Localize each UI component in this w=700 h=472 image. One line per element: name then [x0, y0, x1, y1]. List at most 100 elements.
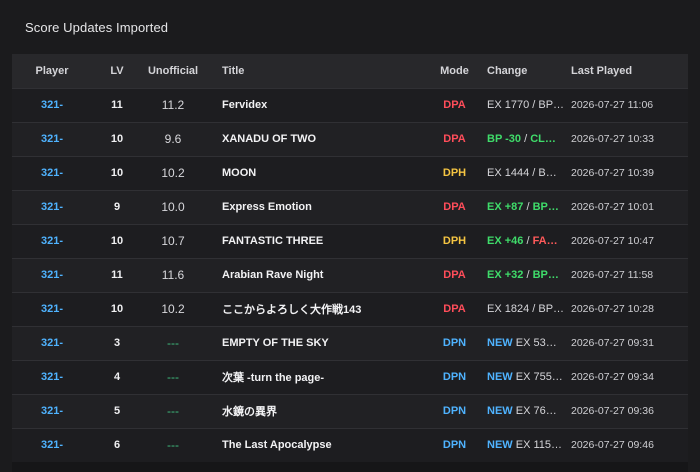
unofficial-level-cell: 11.2	[161, 98, 185, 112]
player-link[interactable]: 321-	[12, 326, 92, 360]
change-segment: FA…	[532, 235, 558, 247]
level-cell: 11	[111, 99, 123, 111]
mode-badge: DPH	[442, 167, 467, 179]
player-link[interactable]: 321-	[12, 360, 92, 394]
change-cell: EX +32 / BP…	[477, 258, 571, 292]
change-segment: EX 115…	[512, 439, 562, 452]
last-played-cell: 2026-07-27 10:39	[571, 167, 654, 179]
change-segment: EX 76…	[512, 405, 557, 417]
player-link[interactable]: 321-	[12, 88, 92, 122]
level-cell: 9	[113, 201, 121, 213]
table-row[interactable]: 321- 11 11.2 Fervidex DPA EX 1770 / BP… 2026-0…	[12, 88, 688, 122]
column-header-title[interactable]: Title	[204, 54, 432, 88]
mode-badge: DPA	[443, 99, 466, 111]
table-row[interactable]: 321- 10 9.6 XANADU OF TWO DPA BP -30 / CL… 202…	[12, 122, 688, 156]
change-segment: /	[523, 269, 533, 281]
level-cell: 6	[113, 439, 121, 452]
player-link[interactable]: 321-	[12, 258, 92, 292]
column-header-change[interactable]: Change	[477, 54, 571, 88]
table-row[interactable]: 321- 3 --- EMPTY OF THE SKY DPN NEW EX 53… 202…	[12, 326, 688, 360]
song-title-link[interactable]: Arabian Rave Night	[204, 258, 432, 292]
change-cell: NEW EX 76…	[477, 394, 571, 428]
last-played-cell: 2026-07-27 09:36	[571, 405, 654, 417]
player-link[interactable]: 321-	[12, 224, 92, 258]
table-row[interactable]: 321- 9 10.0 Express Emotion DPA EX +87 / BP… 2…	[12, 190, 688, 224]
table-body: 321- 11 11.2 Fervidex DPA EX 1770 / BP… 2026-0…	[12, 88, 688, 462]
song-title-link[interactable]: 水鏡の異界	[204, 394, 432, 428]
unofficial-level-cell: 10.0	[161, 200, 185, 214]
column-header-player[interactable]: Player	[12, 54, 92, 88]
change-segment: EX 1444 / B…	[487, 167, 557, 179]
mode-badge: DPN	[442, 405, 467, 417]
mode-badge: DPA	[443, 133, 466, 145]
change-cell: EX +46 / FA…	[477, 224, 571, 258]
player-link[interactable]: 321-	[12, 190, 92, 224]
player-link[interactable]: 321-	[12, 122, 92, 156]
change-segment: NEW	[487, 405, 513, 417]
change-segment: EX 1770 / BP…	[487, 99, 565, 111]
change-segment: /	[523, 235, 533, 247]
song-title-link[interactable]: MOON	[204, 156, 432, 190]
last-played-cell: 2026-07-27 10:47	[571, 235, 654, 247]
change-cell: NEW EX 755…	[477, 360, 571, 394]
table-row[interactable]: 321- 10 10.2 MOON DPH EX 1444 / B… 2026-07-27 …	[12, 156, 688, 190]
mode-badge: DPN	[442, 439, 467, 452]
column-header-lv[interactable]: LV	[92, 54, 142, 88]
change-cell: EX 1824 / BP…	[477, 292, 571, 326]
unofficial-level-cell: ---	[167, 404, 179, 418]
change-segment: EX +32	[487, 269, 524, 281]
last-played-cell: 2026-07-27 09:34	[571, 371, 654, 383]
unofficial-level-cell: ---	[167, 370, 179, 384]
column-header-mode[interactable]: Mode	[432, 54, 477, 88]
player-link[interactable]: 321-	[12, 394, 92, 428]
unofficial-level-cell: 10.7	[161, 234, 185, 248]
song-title-link[interactable]: ここからよろしく大作戦143	[204, 292, 432, 326]
level-cell: 11	[111, 269, 123, 281]
mode-badge: DPH	[442, 235, 467, 247]
change-segment: BP -30	[487, 133, 522, 145]
mode-badge: DPA	[443, 303, 466, 315]
table-row[interactable]: 321- 10 10.2 ここからよろしく大作戦143 DPA EX 1824 / BP……	[12, 292, 688, 326]
player-link[interactable]: 321-	[12, 428, 92, 462]
last-played-cell: 2026-07-27 10:28	[571, 303, 654, 315]
table-row[interactable]: 321- 5 --- 水鏡の異界 DPN NEW EX 76… 2026-07-27 09:…	[12, 394, 688, 428]
page-title: Score Updates Imported	[25, 20, 169, 35]
last-played-cell: 2026-07-27 10:33	[571, 133, 654, 145]
change-segment: EX 53…	[512, 337, 557, 349]
change-segment: EX 755…	[512, 371, 563, 383]
song-title-link[interactable]: Fervidex	[204, 88, 432, 122]
song-title-link[interactable]: The Last Apocalypse	[204, 428, 432, 462]
change-segment: BP…	[532, 269, 559, 281]
score-updates-table: Player LV Unofficial Title Mode Change L…	[12, 54, 688, 472]
song-title-link[interactable]: XANADU OF TWO	[204, 122, 432, 156]
player-link[interactable]: 321-	[12, 156, 92, 190]
last-played-cell: 2026-07-27 09:31	[571, 337, 654, 349]
change-cell: EX 1770 / BP…	[477, 88, 571, 122]
mode-badge: DPN	[442, 371, 467, 383]
player-link[interactable]: 321-	[12, 292, 92, 326]
change-segment: BP…	[532, 201, 559, 213]
song-title-link[interactable]: 次葉 -turn the page-	[204, 360, 432, 394]
table-row[interactable]: 321- 4 --- 次葉 -turn the page- DPN NEW EX 755……	[12, 360, 688, 394]
level-cell: 10	[110, 303, 124, 315]
song-title-link[interactable]: Express Emotion	[204, 190, 432, 224]
unofficial-level-cell: 9.6	[164, 132, 182, 146]
change-segment: NEW	[487, 337, 513, 349]
column-header-last-played[interactable]: Last Played	[571, 54, 688, 88]
change-cell: EX 1444 / B…	[477, 156, 571, 190]
change-segment: EX 1824 / BP…	[487, 303, 565, 315]
level-cell: 3	[113, 337, 121, 349]
unofficial-level-cell: 10.2	[161, 302, 185, 316]
column-header-unofficial[interactable]: Unofficial	[142, 54, 204, 88]
table-row[interactable]: 321- 10 10.7 FANTASTIC THREE DPH EX +46 / FA……	[12, 224, 688, 258]
table-row[interactable]: 321- 6 --- The Last Apocalypse DPN NEW EX 115…	[12, 428, 688, 462]
song-title-link[interactable]: FANTASTIC THREE	[204, 224, 432, 258]
table-row[interactable]: 321- 11 11.6 Arabian Rave Night DPA EX +32 / …	[12, 258, 688, 292]
unofficial-level-cell: ---	[167, 438, 179, 453]
level-cell: 10	[110, 133, 124, 145]
change-segment: EX +87	[487, 201, 524, 213]
change-cell: NEW EX 115…	[477, 428, 571, 462]
change-segment: EX +46	[487, 235, 524, 247]
last-played-cell: 2026-07-27 11:58	[571, 269, 654, 281]
song-title-link[interactable]: EMPTY OF THE SKY	[204, 326, 432, 360]
